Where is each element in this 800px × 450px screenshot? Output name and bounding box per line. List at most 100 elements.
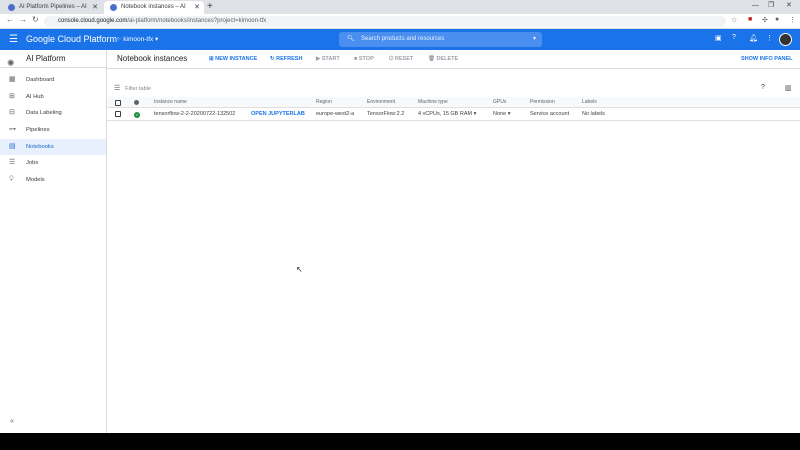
help-icon[interactable]: ? <box>732 34 736 41</box>
button-label: REFRESH <box>276 56 303 62</box>
filter-icon: ☰ <box>114 85 121 92</box>
reload-icon[interactable]: ↻ <box>32 15 39 24</box>
select-all-checkbox[interactable] <box>115 99 121 106</box>
sidebar-item-ai-hub[interactable]: ⊞ AI Hub <box>0 89 106 106</box>
column-header[interactable]: Permission <box>530 97 555 108</box>
mouse-cursor-icon: ↖ <box>296 265 303 274</box>
search-input[interactable]: 🔍︎ Search products and resources ▾ <box>339 32 542 47</box>
address-bar-row: ← → ↻ console.cloud.google.com/ai-platfo… <box>0 14 800 29</box>
sidebar-item-label: Data Labeling <box>26 110 62 117</box>
column-header[interactable]: Environment <box>367 97 395 108</box>
column-header[interactable]: Region <box>316 97 332 108</box>
machine-type-dropdown[interactable]: 4 vCPUs, 15 GB RAM ▾ <box>418 108 476 121</box>
window-close-icon[interactable]: ✕ <box>786 0 792 12</box>
button-label: STOP <box>358 56 374 62</box>
puzzle-icon[interactable]: ✣ <box>762 16 768 24</box>
maximize-icon[interactable]: ❐ <box>768 0 774 12</box>
status-icon <box>134 100 139 105</box>
search-placeholder: Search products and resources <box>361 36 445 42</box>
back-icon[interactable]: ← <box>6 15 14 24</box>
caret-down-icon: ▾ <box>507 111 511 117</box>
url-host: console.cloud.google.com <box>58 18 128 24</box>
sidebar-item-label: AI Hub <box>26 93 44 100</box>
chevron-down-icon: ▾ <box>532 36 536 42</box>
notebook-icon: ▤ <box>9 142 16 150</box>
button-label: NEW INSTANCE <box>215 56 258 62</box>
sidebar-item-label: Dashboard <box>26 77 55 83</box>
region: europe-west2-a <box>316 111 355 117</box>
more-icon[interactable]: ⋮ <box>766 34 773 42</box>
permission: Service account <box>530 111 570 117</box>
favicon-icon <box>8 4 15 11</box>
url-input[interactable]: console.cloud.google.com/ai-platform/not… <box>44 16 726 27</box>
avatar[interactable] <box>779 33 792 46</box>
sidebar-item-data-labeling[interactable]: ⊟ Data Labeling <box>0 105 106 122</box>
browser-tab-active[interactable]: Notebook instances – AI Platform✕ <box>104 1 204 23</box>
cloud-shell-icon[interactable]: ▣ <box>715 34 722 42</box>
table-row: ✓ tensorflow-2-2-20200722-132502 OPEN JU… <box>107 108 800 121</box>
forward-icon[interactable]: → <box>19 15 27 24</box>
hamburger-icon[interactable]: ☰ <box>9 34 18 45</box>
minimize-icon[interactable]: — <box>752 0 759 12</box>
gpus-dropdown[interactable]: None ▾ <box>493 108 510 121</box>
labels: No labels <box>582 111 605 117</box>
filter-input[interactable]: ☰ Filter table <box>114 84 151 92</box>
close-icon[interactable]: ✕ <box>194 1 200 14</box>
search-icon: 🔍︎ <box>347 36 355 42</box>
row-checkbox[interactable] <box>115 111 121 117</box>
button-label: RESET <box>394 56 414 62</box>
caret-down-icon: ▾ <box>473 111 477 117</box>
page-toolbar: Notebook instances ⊞ NEW INSTANCE ↻ REFR… <box>107 50 800 69</box>
reset-button[interactable]: ⏻ RESET <box>389 56 413 63</box>
gpus: None <box>493 111 507 117</box>
refresh-button[interactable]: ↻ REFRESH <box>270 56 302 62</box>
environment: TensorFlow:2.2 <box>367 111 405 117</box>
profile-icon[interactable]: ● <box>775 16 779 23</box>
brand[interactable]: Google Cloud Platform <box>26 34 117 44</box>
sidebar: ✺ AI Platform ▦ Dashboard ⊞ AI Hub ⊟ Data La… <box>0 50 107 433</box>
column-header[interactable]: GPUs <box>493 97 506 108</box>
stop-button[interactable]: ■ STOP <box>354 56 374 62</box>
bottom-bar <box>0 433 800 450</box>
status-ok-icon: ✓ <box>134 111 140 118</box>
sidebar-item-jobs[interactable]: ☰ Jobs <box>0 155 106 172</box>
sidebar-title: ✺ AI Platform <box>0 50 106 68</box>
collapse-sidebar-icon[interactable]: « <box>10 418 14 425</box>
notifications-icon[interactable]: 🔔︎ <box>749 34 758 42</box>
sidebar-item-label: Notebooks <box>26 143 54 150</box>
new-tab-icon[interactable]: + <box>207 0 213 14</box>
project-name: kimoon-tfx <box>123 36 154 43</box>
column-header[interactable]: Instance name <box>154 97 187 108</box>
column-header[interactable]: Labels <box>582 97 597 108</box>
browser-tab[interactable]: AI Platform Pipelines – AI Platform✕ <box>2 1 102 23</box>
open-jupyterlab-link[interactable]: OPEN JUPYTERLAB <box>251 108 305 121</box>
project-selector[interactable]: ⁘ kimoon-tfx ▾ <box>116 35 158 43</box>
extension-icon[interactable]: ■ <box>748 16 752 23</box>
sidebar-title-text: AI Platform <box>26 54 66 63</box>
instance-name: tensorflow-2-2-20200722-132502 <box>154 111 236 117</box>
start-button[interactable]: ▶ START <box>316 56 340 62</box>
sidebar-item-label: Pipelines <box>26 127 50 134</box>
dashboard-icon: ▦ <box>9 76 16 83</box>
table-header: Instance name Region Environment Machine… <box>107 97 800 108</box>
show-info-panel-button[interactable]: SHOW INFO PANEL <box>741 56 793 62</box>
star-icon[interactable]: ☆ <box>731 16 737 24</box>
machine-type: 4 vCPUs, 15 GB RAM <box>418 111 473 117</box>
columns-icon[interactable]: ▥ <box>785 84 792 92</box>
page-title: Notebook instances <box>117 54 188 63</box>
hub-icon: ⊞ <box>9 92 15 100</box>
sidebar-item-notebooks[interactable]: ▤ Notebooks <box>0 138 106 156</box>
new-instance-button[interactable]: ⊞ NEW INSTANCE <box>209 56 257 62</box>
pipeline-icon: ⊶ <box>9 126 16 134</box>
delete-button[interactable]: 🗑︎ DELETE <box>428 56 458 62</box>
menu-icon[interactable]: ⋮ <box>789 16 796 24</box>
favicon-icon <box>110 4 117 11</box>
sidebar-item-dashboard[interactable]: ▦ Dashboard <box>0 72 106 89</box>
list-icon: ☰ <box>9 159 16 167</box>
sidebar-item-pipelines[interactable]: ⊶ Pipelines <box>0 122 106 139</box>
close-icon[interactable]: ✕ <box>92 1 98 14</box>
sidebar-item-models[interactable]: 💡︎ Models <box>0 172 106 189</box>
help-icon[interactable]: ? <box>761 84 765 91</box>
sidebar-item-label: Models <box>26 177 45 184</box>
column-header[interactable]: Machine type <box>418 97 448 108</box>
